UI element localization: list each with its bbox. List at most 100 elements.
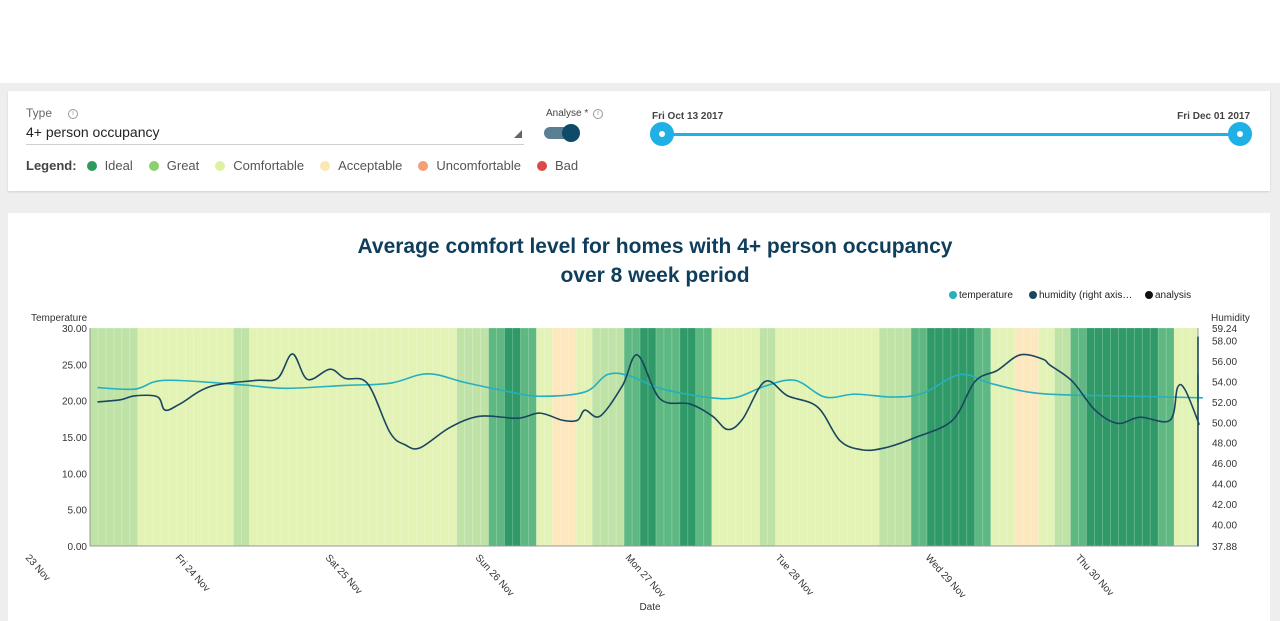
comfort-band <box>1173 327 1183 547</box>
comfort-band <box>281 327 290 547</box>
comfort-band <box>1054 327 1064 547</box>
comfort-band <box>265 327 274 547</box>
comfort-band <box>153 327 163 547</box>
comfort-band <box>1165 327 1175 547</box>
x-tick-label: Thu 30 Nov <box>1073 553 1116 599</box>
comfort-band <box>655 327 665 547</box>
comfort-band <box>424 327 434 547</box>
comfort-band <box>998 327 1008 547</box>
y-right-tick-label: 59.24 <box>1212 324 1237 335</box>
comfort-band <box>719 327 729 547</box>
y-right-tick-label: 42.00 <box>1212 500 1237 511</box>
comfort-band <box>169 327 179 547</box>
comfort-band <box>552 327 561 547</box>
comfort-band <box>631 327 641 547</box>
y-left-axis-label: Temperature <box>31 313 88 324</box>
y-right-tick-label: 56.00 <box>1212 357 1237 368</box>
comfort-band <box>352 327 362 547</box>
comfort-band <box>575 327 585 547</box>
comfort-band <box>241 327 251 547</box>
comfort-band <box>560 327 569 547</box>
comfort-band <box>591 327 601 547</box>
comfort-band <box>480 327 490 547</box>
comfort-band <box>368 327 378 547</box>
comfort-band <box>536 327 545 547</box>
comfort-band <box>990 327 1000 547</box>
y-left-tick-label: 15.00 <box>62 433 87 444</box>
comfort-band <box>185 327 195 547</box>
comfort-band <box>145 327 155 547</box>
comfort-band <box>615 327 625 547</box>
comfort-band <box>129 327 139 547</box>
comfort-band <box>320 327 330 547</box>
y-left-tick-label: 0.00 <box>68 542 88 553</box>
comfort-band <box>807 327 816 547</box>
comfort-band <box>384 327 394 547</box>
chart-legend-marker <box>949 291 957 299</box>
y-left-tick-label: 25.00 <box>62 360 87 371</box>
comfort-band <box>217 327 227 547</box>
comfort-band <box>607 327 617 547</box>
x-tick-label: Tue 28 Nov <box>773 553 816 599</box>
comfort-band <box>751 327 761 547</box>
comfort-band <box>1189 327 1199 547</box>
chart-legend-label: temperature <box>959 290 1013 301</box>
comfort-band <box>679 327 689 547</box>
comfort-band <box>344 327 354 547</box>
comfort-band <box>775 327 785 547</box>
x-tick-label: Mon 27 Nov <box>623 553 667 600</box>
comfort-band <box>1070 327 1080 547</box>
comfort-band <box>193 327 203 547</box>
comfort-band <box>846 327 856 547</box>
comfort-band <box>1022 327 1032 547</box>
comfort-band <box>942 327 952 547</box>
comfort-band <box>1157 327 1167 547</box>
comfort-band <box>296 327 306 547</box>
comfort-band <box>687 327 697 547</box>
comfort-band <box>934 327 944 547</box>
comfort-band <box>1086 327 1095 547</box>
y-right-axis-label: Humidity <box>1211 313 1250 324</box>
comfort-band <box>1094 327 1103 547</box>
comfort-band <box>966 327 976 547</box>
y-left-tick-label: 5.00 <box>68 506 88 517</box>
x-tick-label: Wed 29 Nov <box>923 553 968 601</box>
y-right-tick-label: 48.00 <box>1212 439 1237 450</box>
comfort-band <box>121 327 131 547</box>
y-right-tick-label: 52.00 <box>1212 398 1237 409</box>
comfort-band <box>703 327 713 547</box>
x-tick-label: Fri 24 Nov <box>173 553 212 595</box>
comfort-band <box>583 327 593 547</box>
comfort-band <box>743 327 753 547</box>
comfort-band <box>225 327 235 547</box>
comfort-band <box>209 327 219 547</box>
comfort-band <box>870 327 880 547</box>
comfort-band <box>1046 327 1056 547</box>
comfort-band <box>1117 327 1127 547</box>
comfort-band <box>544 327 553 547</box>
comfort-band <box>288 327 298 547</box>
comfort-band <box>512 327 522 547</box>
comfort-band <box>464 327 474 547</box>
comfort-band <box>886 327 896 547</box>
comfort-band <box>528 327 537 547</box>
comfort-band <box>113 327 123 547</box>
x-tick-label: Sat 25 Nov <box>323 553 364 597</box>
comfort-band <box>815 327 824 547</box>
comfort-band <box>1030 327 1040 547</box>
comfort-band <box>1125 327 1135 547</box>
y-right-tick-label: 44.00 <box>1212 480 1237 491</box>
comfort-band <box>177 327 187 547</box>
comfort-band <box>647 327 657 547</box>
comfort-band <box>1062 327 1072 547</box>
y-left-tick-label: 20.00 <box>62 397 87 408</box>
chart-legend-marker <box>1029 291 1037 299</box>
comfort-band <box>520 327 530 547</box>
comfort-band <box>328 327 338 547</box>
comfort-band <box>926 327 936 547</box>
comfort-band <box>312 327 322 547</box>
comfort-band <box>472 327 482 547</box>
comfort-band <box>735 327 745 547</box>
comfort-band <box>105 327 115 547</box>
y-right-tick-label: 37.88 <box>1212 542 1237 553</box>
